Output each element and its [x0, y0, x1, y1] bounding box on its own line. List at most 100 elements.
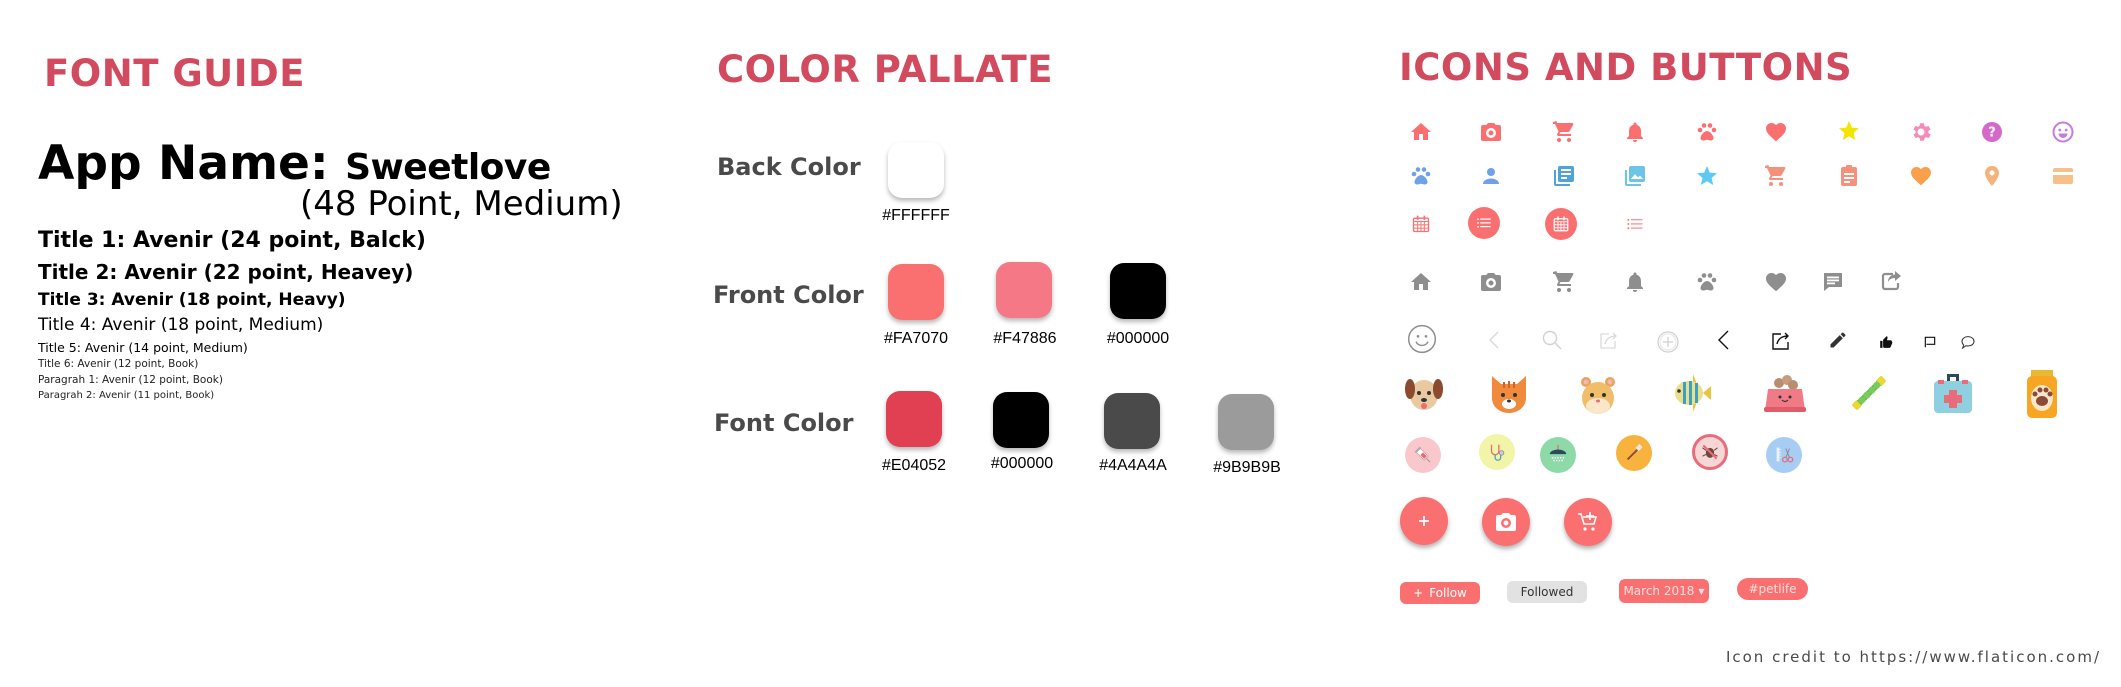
add-icon: [1419, 516, 1429, 526]
bell-icon[interactable]: [1620, 117, 1650, 147]
smiley-icon[interactable]: [2048, 117, 2078, 147]
comment-icon[interactable]: [1818, 267, 1848, 297]
list-icon: [1477, 218, 1491, 228]
calendar-icon[interactable]: [1406, 209, 1436, 239]
camera-icon: [1496, 513, 1516, 531]
share-icon[interactable]: [1876, 266, 1906, 296]
pet-food-bag-icon[interactable]: [2019, 368, 2065, 420]
grooming-icon[interactable]: [1766, 437, 1802, 473]
back-icon[interactable]: [1710, 325, 1740, 355]
icon-credit: Icon credit to https://www.flaticon.com/: [1725, 648, 2101, 666]
font-guide-heading: FONT GUIDE: [44, 52, 305, 95]
gear-icon[interactable]: [1906, 117, 1936, 147]
followed-button[interactable]: Followed: [1507, 581, 1587, 603]
swatch-front-fa7070: [888, 264, 944, 320]
calendar-circle-button[interactable]: [1545, 208, 1577, 240]
calendar-icon: [1553, 216, 1569, 232]
hex-front-fa7070: #FA7070: [883, 330, 949, 347]
app-name-label: App Name:: [38, 136, 329, 191]
front-color-label: Front Color: [713, 281, 864, 309]
heart-icon[interactable]: [1761, 117, 1791, 147]
bell-icon[interactable]: [1620, 267, 1650, 297]
paw-icon[interactable]: [1692, 117, 1722, 147]
brush-icon[interactable]: [1616, 435, 1652, 471]
add-fab-button[interactable]: [1400, 497, 1448, 545]
chew-toy-icon[interactable]: [1846, 370, 1892, 416]
home-icon[interactable]: [1406, 117, 1436, 147]
shower-icon[interactable]: [1540, 437, 1576, 473]
person-icon[interactable]: [1476, 161, 1506, 191]
cart-icon[interactable]: [1549, 117, 1579, 147]
thumbs-up-icon[interactable]: [1871, 327, 1901, 357]
search-icon[interactable]: [1537, 325, 1567, 355]
help-icon[interactable]: ?: [1977, 117, 2007, 147]
stethoscope-icon[interactable]: [1479, 434, 1515, 470]
list-icon[interactable]: [1620, 209, 1650, 239]
vaccine-icon[interactable]: [1405, 437, 1441, 473]
flag-comment-icon[interactable]: [1915, 327, 1945, 357]
list-circle-button[interactable]: [1468, 207, 1500, 239]
font-style-title-4: Title 4: Avenir (18 point, Medium): [38, 315, 324, 335]
swatch-font-4a4a4a: [1104, 393, 1160, 449]
font-style-title-2: Title 2: Avenir (22 point, Heavey): [38, 260, 414, 284]
hamster-icon[interactable]: [1575, 372, 1621, 418]
follow-button[interactable]: + Follow: [1400, 582, 1480, 604]
hex-font-9b9b9b: #9B9B9B: [1213, 459, 1281, 476]
swatch-front-000000: [1110, 263, 1166, 319]
clipboard-icon[interactable]: [1834, 161, 1864, 191]
font-style-paragraph-2: Paragrah 2: Avenir (11 point, Book): [38, 390, 215, 401]
camera-fab-button[interactable]: [1482, 498, 1530, 546]
newspaper-icon[interactable]: [1549, 161, 1579, 191]
add-circle-icon[interactable]: [1653, 327, 1683, 357]
add-to-cart-icon: [1578, 512, 1598, 531]
add-to-cart-fab-button[interactable]: [1564, 498, 1612, 546]
cat-icon[interactable]: [1486, 370, 1532, 416]
hex-font-000000: #000000: [990, 455, 1054, 472]
share-outline-icon[interactable]: [1594, 325, 1624, 355]
followed-button-label: Followed: [1520, 585, 1574, 599]
dog-icon[interactable]: [1401, 371, 1447, 417]
speech-bubble-icon[interactable]: [1953, 327, 1983, 357]
paw-icon[interactable]: [1406, 161, 1436, 191]
gallery-icon[interactable]: [1620, 161, 1650, 191]
camera-icon[interactable]: [1476, 117, 1506, 147]
share-outline-icon[interactable]: [1766, 325, 1796, 355]
font-style-title-1: Title 1: Avenir (24 point, Balck): [38, 228, 426, 253]
star-icon[interactable]: [1834, 116, 1864, 146]
month-dropdown-value: March 2018: [1623, 584, 1695, 598]
paw-icon[interactable]: [1692, 267, 1722, 297]
smiley-outline-icon[interactable]: [1405, 322, 1439, 356]
swatch-font-9b9b9b: [1218, 394, 1274, 450]
pencil-icon[interactable]: [1823, 325, 1853, 355]
swatch-font-e04052: [886, 391, 942, 447]
home-icon[interactable]: [1406, 267, 1436, 297]
heart-icon[interactable]: [1906, 161, 1936, 191]
pet-food-bowl-icon[interactable]: [1762, 371, 1808, 417]
back-icon[interactable]: [1480, 325, 1510, 355]
hex-front-000000: #000000: [1106, 330, 1170, 347]
app-name-line: App Name: Sweetlove: [38, 136, 551, 191]
hex-font-e04052: #E04052: [881, 457, 947, 474]
font-style-title-3: Title 3: Avenir (18 point, Heavy): [38, 290, 346, 310]
hashtag-chip[interactable]: #petlife: [1737, 578, 1808, 600]
credit-card-icon[interactable]: [2048, 161, 2078, 191]
cart-icon[interactable]: [1549, 267, 1579, 297]
location-pin-icon[interactable]: [1977, 161, 2007, 191]
hashtag-chip-label: #petlife: [1748, 582, 1797, 596]
heart-icon[interactable]: [1761, 267, 1791, 297]
camera-icon[interactable]: [1476, 267, 1506, 297]
hex-front-f47886: #F47886: [993, 330, 1057, 347]
swatch-back-ffffff: [888, 142, 944, 198]
hex-back-ffffff: #FFFFFF: [882, 207, 950, 224]
first-aid-kit-icon[interactable]: [1930, 370, 1976, 416]
color-palette-heading: COLOR PALLATE: [717, 48, 1053, 91]
star-icon[interactable]: [1692, 161, 1722, 191]
font-style-title-5: Title 5: Avenir (14 point, Medium): [38, 340, 248, 355]
font-style-title-6: Title 6: Avenir (12 point, Book): [38, 358, 199, 370]
follow-button-label: Follow: [1429, 586, 1467, 600]
fish-icon[interactable]: [1667, 370, 1713, 416]
month-dropdown[interactable]: March 2018 ▼: [1619, 579, 1709, 603]
cart-icon[interactable]: [1761, 161, 1791, 191]
no-flea-icon[interactable]: [1692, 434, 1728, 470]
app-name-spec: (48 Point, Medium): [300, 184, 623, 224]
